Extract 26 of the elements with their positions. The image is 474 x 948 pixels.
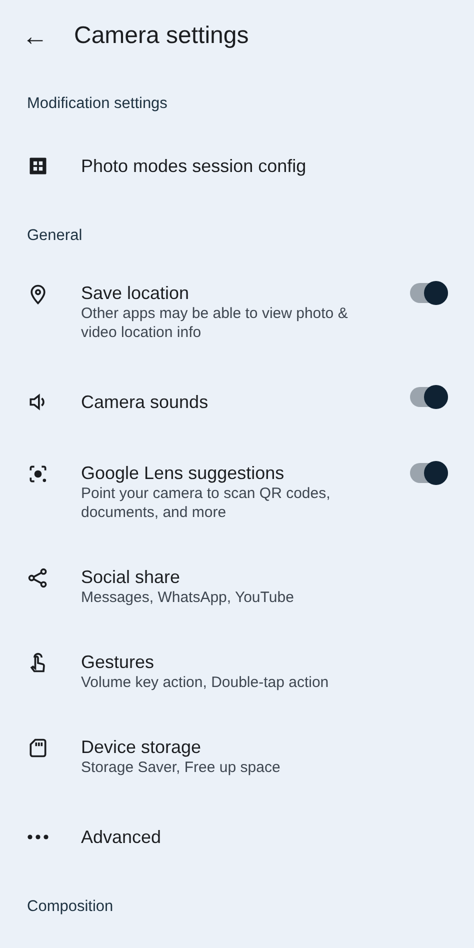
lens-scan-icon <box>27 463 49 485</box>
section-header: General <box>26 226 84 246</box>
setting-description: Messages, WhatsApp, YouTube <box>81 588 295 607</box>
setting-title[interactable]: Gestures <box>81 651 448 673</box>
screen-title: Camera settings <box>74 22 249 50</box>
setting-title[interactable]: Social share <box>81 566 448 588</box>
sd-card-icon <box>27 737 49 759</box>
toggle-switch[interactable] <box>410 283 448 303</box>
frame-grid-icon <box>27 155 49 177</box>
setting-title[interactable]: Photo modes session config <box>81 155 448 177</box>
setting-title[interactable]: Device storage <box>81 736 448 758</box>
section-header: Composition <box>26 897 114 917</box>
back-button[interactable]: ← <box>18 23 52 49</box>
section-header: Modification settings <box>26 94 168 114</box>
setting-title[interactable]: Google Lens suggestions <box>81 462 410 484</box>
setting-title[interactable]: Camera sounds <box>81 391 410 413</box>
setting-description: Volume key action, Double-tap action <box>81 673 330 692</box>
setting-description: Other apps may be able to view photo & video location info <box>81 304 349 342</box>
setting-title[interactable]: Save location <box>81 282 410 304</box>
toggle-switch[interactable] <box>410 387 448 407</box>
setting-description: Storage Saver, Free up space <box>81 758 282 777</box>
setting-description: Point your camera to scan QR codes, documents, and more <box>81 484 332 522</box>
share-icon <box>27 567 49 589</box>
toggle-switch[interactable] <box>410 463 448 483</box>
setting-title[interactable]: Advanced <box>81 826 448 848</box>
more-dots-icon <box>27 834 49 840</box>
